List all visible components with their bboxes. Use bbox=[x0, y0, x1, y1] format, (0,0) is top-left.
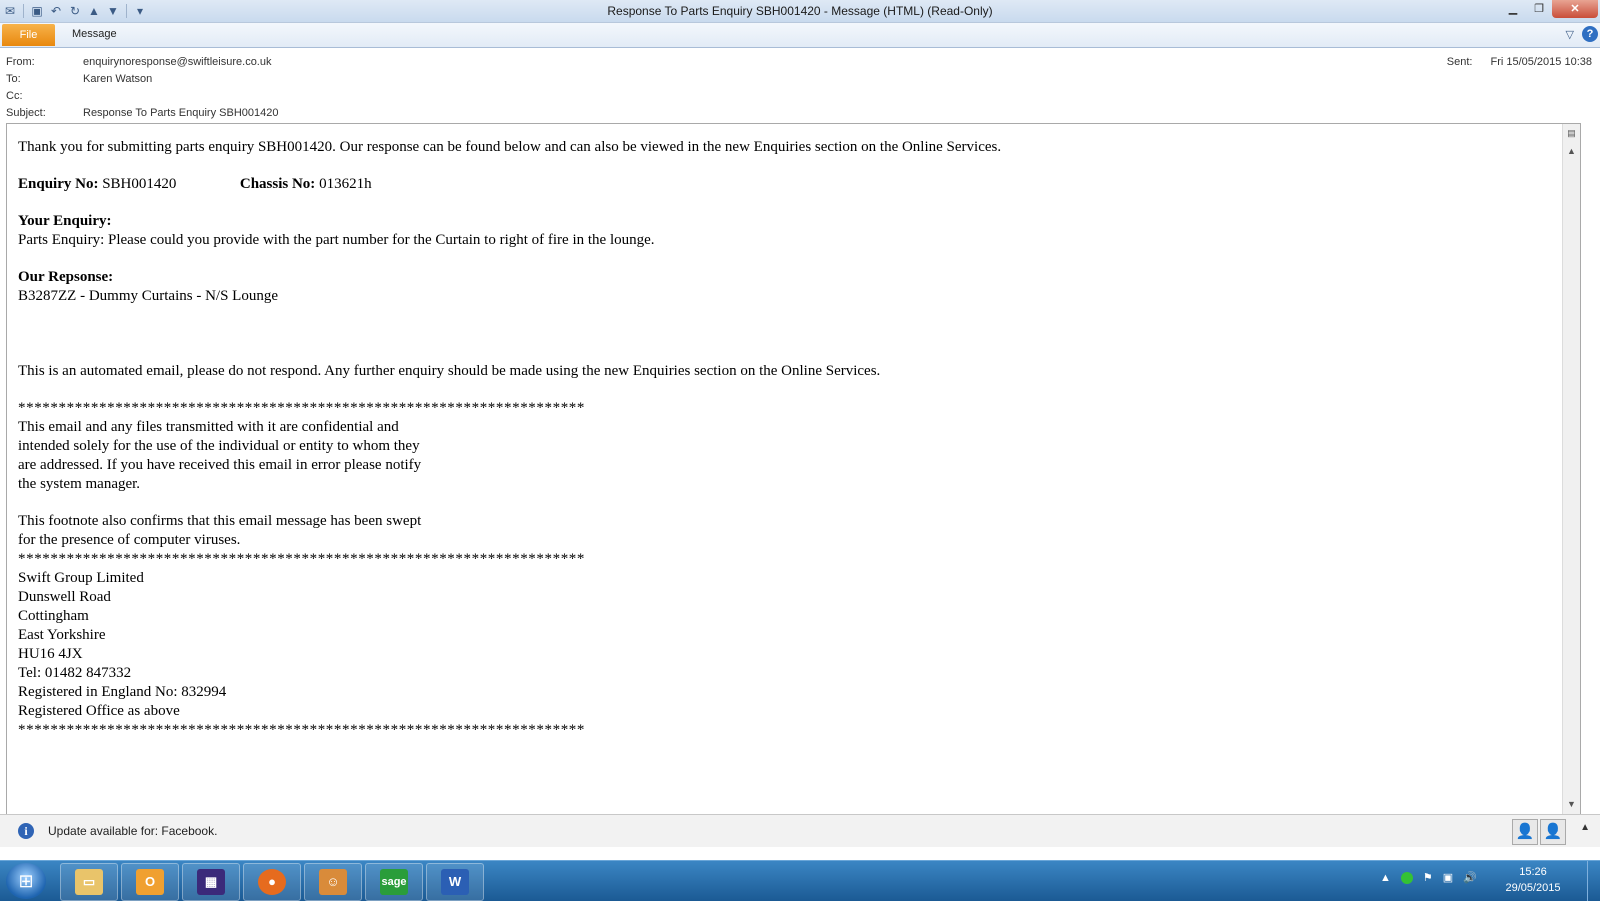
message-tab[interactable]: Message bbox=[72, 28, 117, 40]
cc-label: Cc: bbox=[6, 90, 23, 102]
disclaimer-line: intended solely for the use of the indiv… bbox=[18, 438, 420, 454]
sent-value: Fri 15/05/2015 10:38 bbox=[1490, 56, 1592, 68]
status-icon[interactable] bbox=[1400, 871, 1413, 884]
minimize-icon[interactable]: ▁ bbox=[1500, 0, 1526, 18]
address-line: HU16 4JX bbox=[18, 646, 83, 662]
disclaimer-line: are addressed. If you have received this… bbox=[18, 457, 422, 473]
show-desktop-button[interactable] bbox=[1587, 861, 1600, 901]
calculator-icon[interactable]: ▦ bbox=[182, 863, 240, 901]
our-response-label: Our Repsonse: bbox=[18, 269, 114, 285]
chassis-no-value: 013621h bbox=[319, 176, 372, 192]
from-label: From: bbox=[6, 56, 35, 68]
info-icon: i bbox=[18, 823, 34, 839]
intro-text: Thank you for submitting parts enquiry S… bbox=[18, 139, 1002, 155]
chevron-up-icon[interactable]: ▲ bbox=[1580, 822, 1590, 833]
our-response-text: B3287ZZ - Dummy Curtains - N/S Lounge bbox=[18, 288, 278, 304]
from-value[interactable]: enquirynoresponse@swiftleisure.co.uk bbox=[83, 56, 271, 68]
window-title: Response To Parts Enquiry SBH001420 - Me… bbox=[607, 4, 993, 18]
taskbar: ⊞ ▭ O ▦ ● ☺ sage W ▲ ⚑ ▣ 🔊 15:26 29/05/2… bbox=[0, 860, 1600, 901]
vertical-scrollbar[interactable]: ▤ ▲ ▼ bbox=[1562, 124, 1580, 814]
enquiry-line: Enquiry No: SBH001420 Chassis No: 013621… bbox=[18, 175, 1548, 194]
subject-value: Response To Parts Enquiry SBH001420 bbox=[83, 107, 279, 119]
stars-divider: ****************************************… bbox=[18, 722, 585, 738]
title-bar: ✉ ▣ ↶ ↻ ▲ ▼ ▾ Response To Parts Enquiry … bbox=[0, 0, 1600, 23]
system-tray: ▲ ⚑ ▣ 🔊 bbox=[1380, 871, 1477, 884]
clock-time: 15:26 bbox=[1519, 866, 1547, 878]
help-icon[interactable]: ? bbox=[1582, 26, 1598, 42]
sent-info: Sent: Fri 15/05/2015 10:38 bbox=[1447, 56, 1592, 68]
person-icon[interactable]: 👤 bbox=[1512, 819, 1538, 845]
stars-divider: ****************************************… bbox=[18, 551, 585, 567]
start-button[interactable]: ⊞ bbox=[6, 863, 46, 899]
outlook-icon[interactable]: O bbox=[121, 863, 179, 901]
address-line: Dunswell Road bbox=[18, 589, 111, 605]
message-body[interactable]: Thank you for submitting parts enquiry S… bbox=[6, 123, 1581, 815]
disclaimer-line: the system manager. bbox=[18, 476, 141, 492]
scroll-down-icon[interactable]: ▼ bbox=[1564, 797, 1579, 812]
person-icon[interactable]: 👤 bbox=[1540, 819, 1566, 845]
to-value[interactable]: Karen Watson bbox=[83, 73, 152, 85]
update-text[interactable]: Update available for: Facebook. bbox=[48, 824, 217, 838]
enquiry-no-value: SBH001420 bbox=[102, 176, 177, 192]
scroll-up-icon[interactable]: ▲ bbox=[1564, 144, 1579, 159]
message-content: Thank you for submitting parts enquiry S… bbox=[18, 138, 1548, 740]
file-tab[interactable]: File bbox=[2, 24, 55, 46]
tray-expand-icon[interactable]: ▲ bbox=[1380, 872, 1391, 884]
your-enquiry-label: Your Enquiry: bbox=[18, 213, 112, 229]
info-bar-icon[interactable]: ▤ bbox=[1564, 126, 1579, 141]
contacts-icon[interactable]: ☺ bbox=[304, 863, 362, 901]
chevron-down-icon[interactable]: ▽ bbox=[1566, 28, 1574, 41]
chassis-no-label: Chassis No: bbox=[239, 176, 316, 192]
ribbon: File Message ▽ ? bbox=[0, 23, 1600, 48]
restore-icon[interactable]: ❐ bbox=[1526, 0, 1552, 18]
flag-icon[interactable]: ⚑ bbox=[1423, 871, 1433, 884]
address-line: East Yorkshire bbox=[18, 627, 106, 643]
ribbon-right: ▽ ? bbox=[1566, 26, 1598, 42]
word-icon[interactable]: W bbox=[426, 863, 484, 901]
enquiry-no-label: Enquiry No: bbox=[18, 176, 99, 192]
footnote-line: This footnote also confirms that this em… bbox=[18, 513, 422, 529]
to-label: To: bbox=[6, 73, 21, 85]
sent-label: Sent: bbox=[1446, 56, 1473, 68]
disclaimer-line: This email and any files transmitted wit… bbox=[18, 419, 399, 435]
firefox-icon[interactable]: ● bbox=[243, 863, 301, 901]
address-line: Tel: 01482 847332 bbox=[18, 665, 132, 681]
address-line: Registered in England No: 832994 bbox=[18, 684, 227, 700]
info-bar: i Update available for: Facebook. 👤 👤 ▲ bbox=[0, 814, 1600, 847]
address-line: Swift Group Limited bbox=[18, 570, 144, 586]
windows-explorer-icon[interactable]: ▭ bbox=[60, 863, 118, 901]
volume-icon[interactable]: 🔊 bbox=[1463, 871, 1477, 884]
message-header: From: enquirynoresponse@swiftleisure.co.… bbox=[0, 48, 1600, 122]
your-enquiry-text: Parts Enquiry: Please could you provide … bbox=[18, 232, 655, 248]
window-controls: ▁ ❐ ✕ bbox=[1500, 0, 1598, 18]
stars-divider: ****************************************… bbox=[18, 400, 585, 416]
subject-label: Subject: bbox=[6, 107, 46, 119]
automated-note: This is an automated email, please do no… bbox=[18, 363, 881, 379]
clock[interactable]: 15:26 29/05/2015 bbox=[1498, 864, 1568, 896]
close-icon[interactable]: ✕ bbox=[1552, 0, 1598, 18]
address-line: Cottingham bbox=[18, 608, 89, 624]
address-line: Registered Office as above bbox=[18, 703, 180, 719]
network-icon[interactable]: ▣ bbox=[1443, 871, 1453, 884]
sage-icon[interactable]: sage bbox=[365, 863, 423, 901]
footnote-line: for the presence of computer viruses. bbox=[18, 532, 241, 548]
clock-date: 29/05/2015 bbox=[1505, 882, 1561, 894]
